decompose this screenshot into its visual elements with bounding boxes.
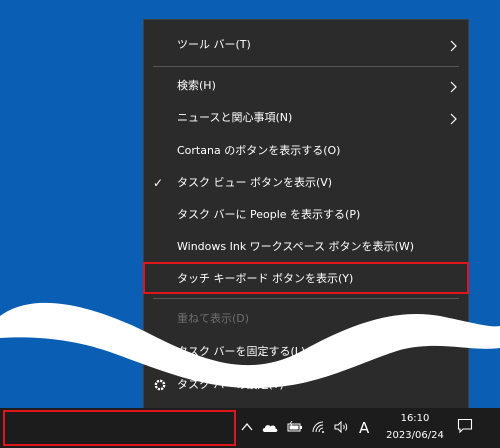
menu-item-label: 検索(H) (177, 79, 216, 92)
menu-item-windows-ink[interactable]: Windows Ink ワークスペース ボタンを表示(W) (144, 231, 468, 263)
menu-item-toolbar[interactable]: ツール バー(T) (144, 29, 468, 61)
notification-icon[interactable] (457, 418, 473, 434)
menu-item-label: Cortana のボタンを表示する(O) (177, 144, 341, 157)
wifi-icon[interactable] (312, 421, 326, 433)
menu-item-cortana-button[interactable]: Cortana のボタンを表示する(O) (144, 135, 468, 167)
ime-mode-indicator[interactable]: A (359, 419, 369, 437)
chevron-up-icon[interactable] (241, 421, 253, 433)
menu-item-label: ニュースと関心事項(N) (177, 111, 293, 124)
clock-date: 2023/06/24 (386, 430, 444, 441)
onedrive-cloud-icon[interactable] (262, 423, 278, 433)
taskbar-empty-area-highlight[interactable] (3, 410, 236, 446)
menu-item-label: タスク ビュー ボタンを表示(V) (177, 176, 333, 189)
chevron-right-icon (450, 40, 457, 52)
volume-icon[interactable] (334, 421, 350, 433)
page-break-wave (0, 302, 500, 389)
battery-icon[interactable] (287, 421, 303, 433)
menu-separator (153, 66, 459, 67)
menu-item-task-view-button[interactable]: ✓ タスク ビュー ボタンを表示(V) (144, 167, 468, 199)
menu-item-news-interests[interactable]: ニュースと関心事項(N) (144, 102, 468, 134)
taskbar-clock[interactable]: 16:10 2023/06/24 (380, 410, 450, 446)
menu-item-label: ツール バー(T) (177, 38, 251, 51)
chevron-right-icon (450, 113, 457, 125)
menu-item-label: タスク バーに People を表示する(P) (177, 208, 361, 221)
menu-item-search[interactable]: 検索(H) (144, 70, 468, 102)
clock-time: 16:10 (400, 413, 430, 424)
checkmark-icon: ✓ (153, 176, 164, 190)
chevron-right-icon (450, 81, 457, 93)
menu-item-label: Windows Ink ワークスペース ボタンを表示(W) (177, 240, 414, 253)
menu-item-people[interactable]: タスク バーに People を表示する(P) (144, 199, 468, 231)
